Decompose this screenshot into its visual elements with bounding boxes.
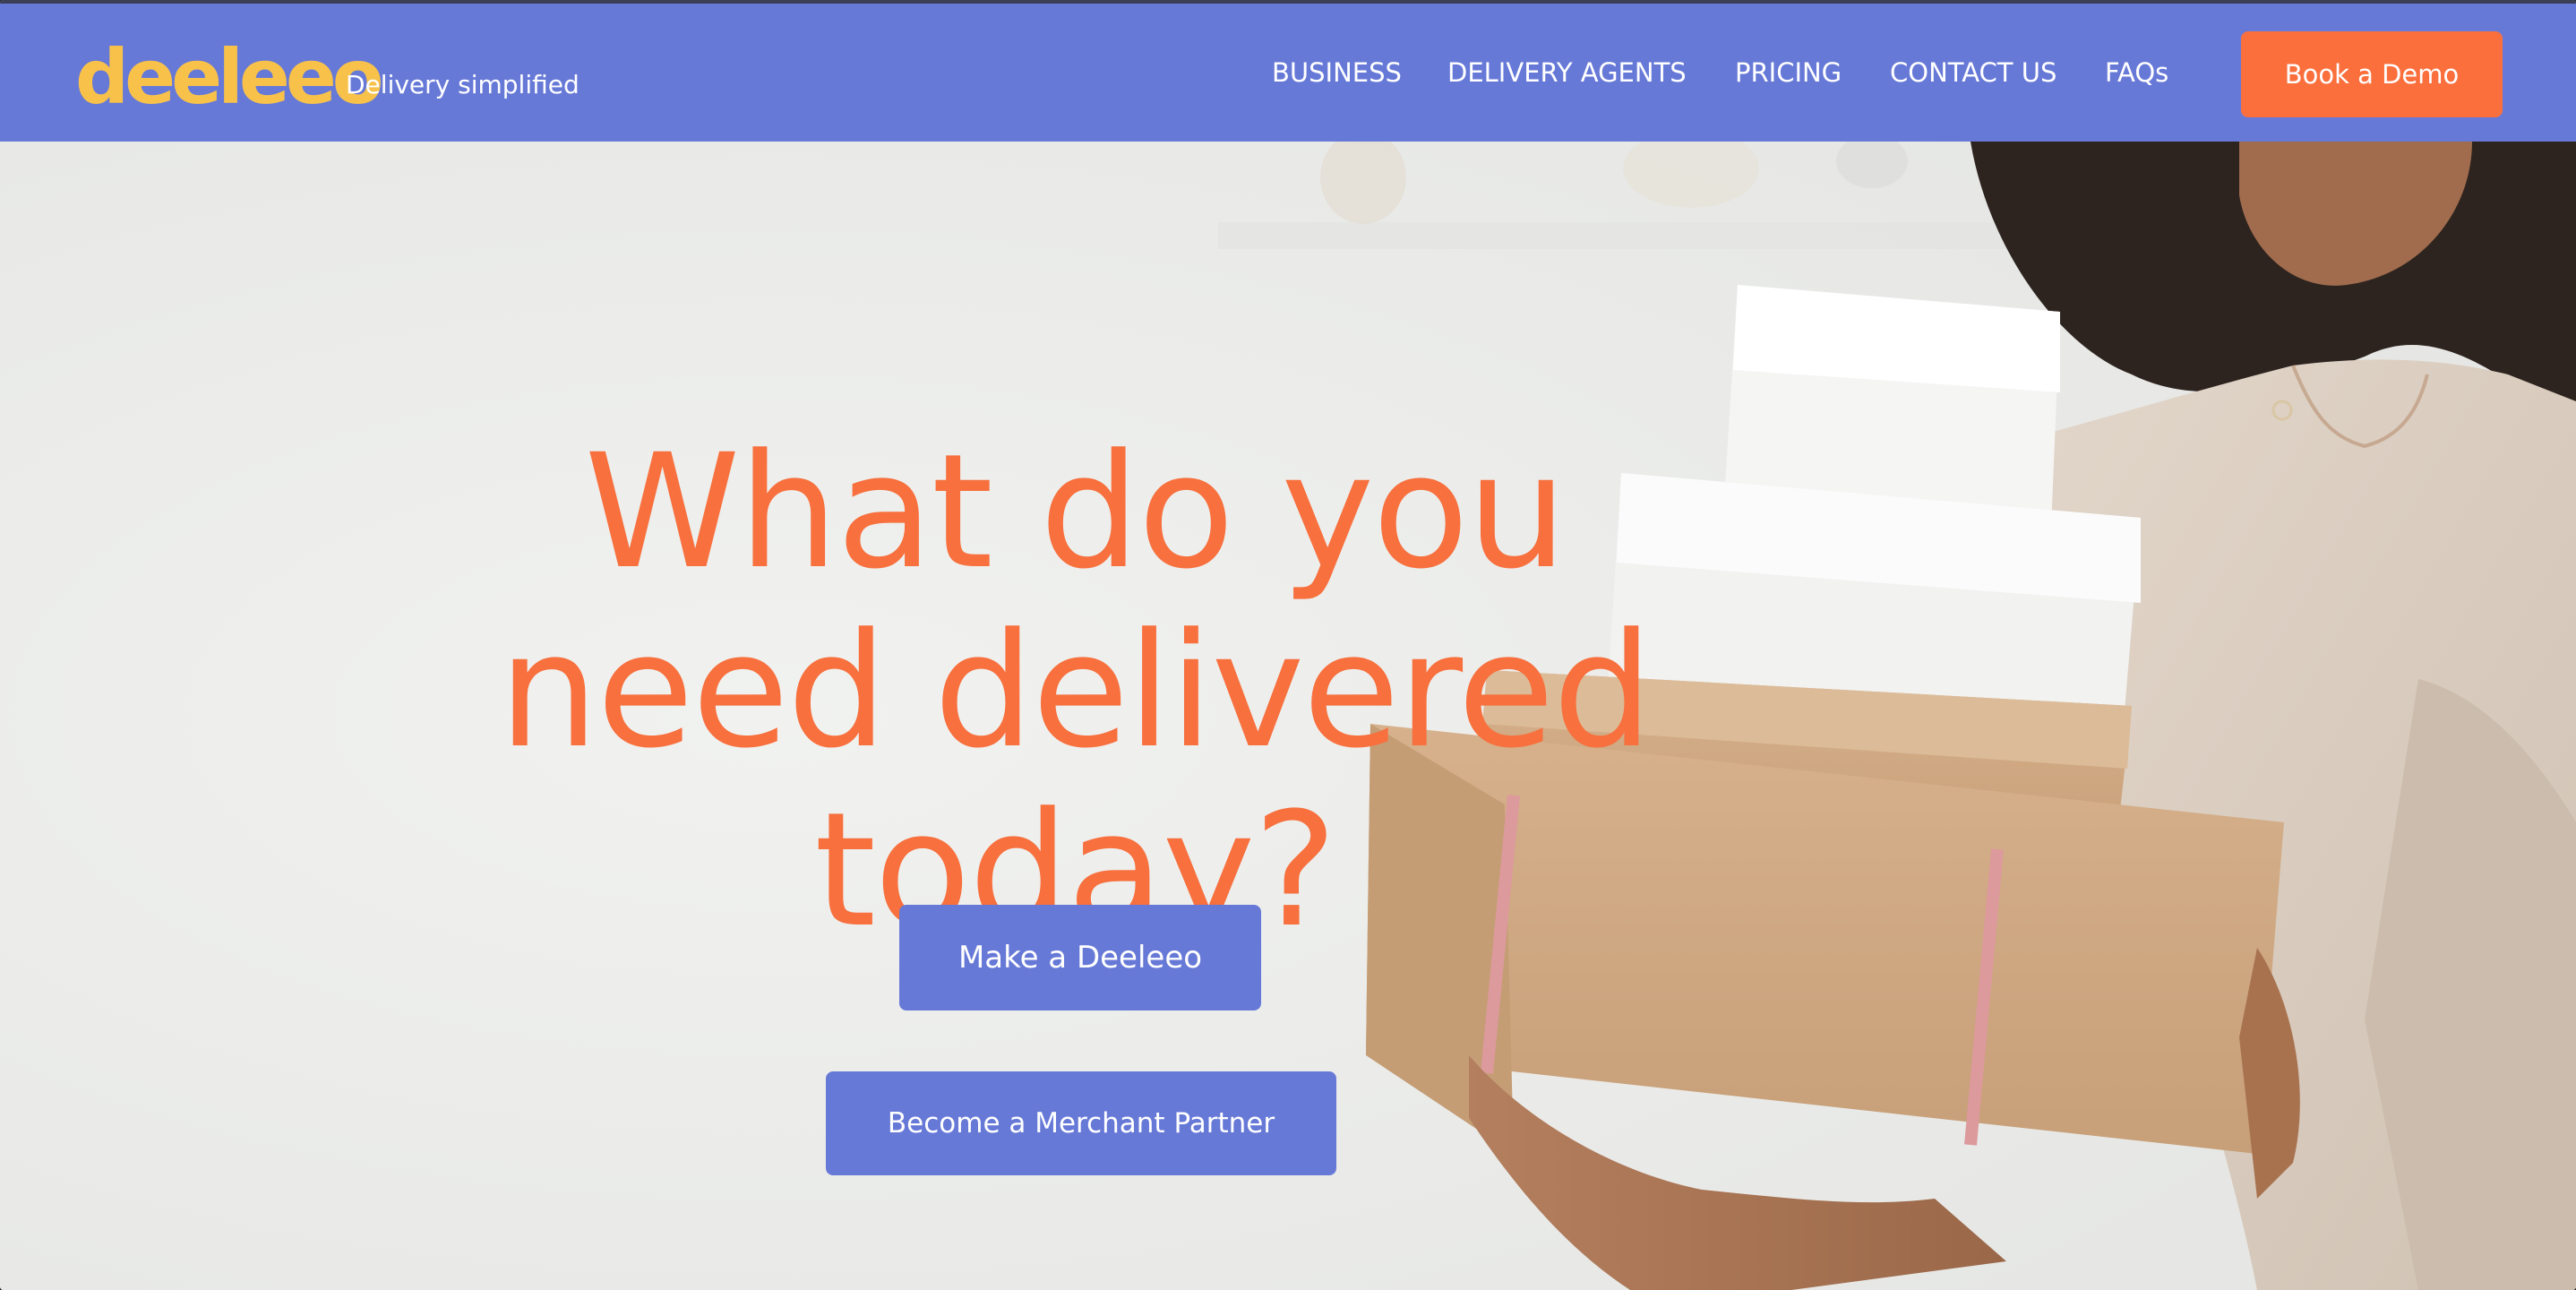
hero-headline-line-2: need delivered (498, 598, 1653, 783)
hero-headline: What do you need delivered today? (269, 419, 1881, 960)
become-merchant-partner-button[interactable]: Become a Merchant Partner (826, 1071, 1336, 1175)
nav-business[interactable]: BUSINESS (1272, 57, 1402, 88)
page: deeleeo Delivery simplified BUSINESS DEL… (0, 0, 2576, 1290)
nav-delivery-agents[interactable]: DELIVERY AGENTS (1447, 57, 1687, 88)
nav-contact-us[interactable]: CONTACT US (1890, 57, 2057, 88)
nav-pricing[interactable]: PRICING (1735, 57, 1842, 88)
book-a-demo-button[interactable]: Book a Demo (2241, 31, 2503, 117)
top-navigation-bar: deeleeo Delivery simplified BUSINESS DEL… (0, 0, 2576, 142)
hero-section: What do you need delivered today? Make a… (0, 142, 2576, 1290)
deeleeo-logo[interactable]: deeleeo (75, 34, 384, 120)
nav-faqs[interactable]: FAQs (2105, 57, 2168, 88)
hero-headline-line-1: What do you (584, 419, 1567, 604)
tagline: Delivery simplified (346, 70, 580, 99)
make-a-deeleeo-button[interactable]: Make a Deeleeo (899, 905, 1261, 1010)
